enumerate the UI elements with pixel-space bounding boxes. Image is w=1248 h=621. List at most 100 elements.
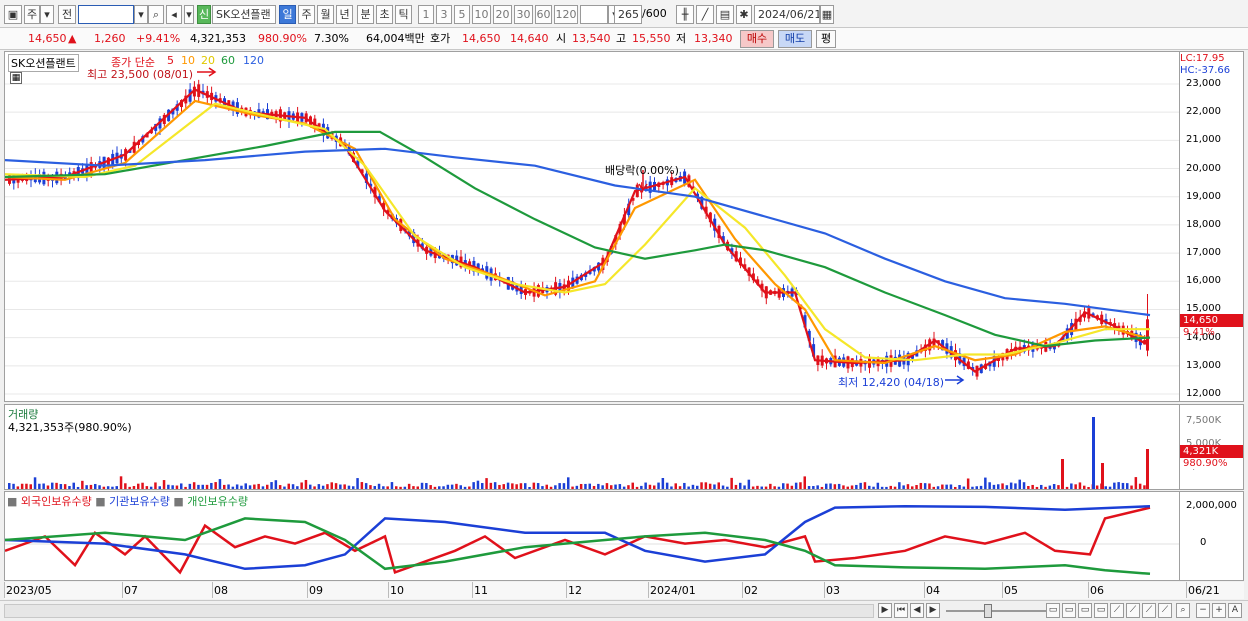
tool2-icon[interactable]: ⟋ — [1126, 603, 1140, 618]
volume-bar — [235, 484, 239, 489]
tool-icon[interactable]: ⟋ — [1110, 603, 1124, 618]
volume-bar — [1022, 482, 1026, 489]
interval-60-button[interactable]: 60 — [535, 5, 552, 24]
gear-icon[interactable]: ✱ — [736, 5, 752, 24]
date-input[interactable]: 2024/06/21 — [754, 5, 820, 24]
play-icon[interactable]: ▶ — [878, 603, 892, 618]
zoom-out-icon[interactable]: − — [1196, 603, 1210, 618]
period-day-button[interactable]: 일 — [279, 5, 296, 24]
volume-bar — [1087, 486, 1090, 489]
speaker-icon[interactable]: ◂ — [166, 5, 182, 24]
layout4-icon[interactable]: ▭ — [1094, 603, 1108, 618]
period-tick-button[interactable]: 틱 — [395, 5, 412, 24]
date-axis[interactable]: 2023/05 07 08 09 10 11 12 2024/01 02 03 04 05 06 06/2… — [4, 582, 1244, 599]
prev-icon[interactable]: ◀ — [910, 603, 924, 618]
holdings-panel[interactable]: ■ 외국인보유수량 ■ 기관보유수량 ■ 개인보유수량 — [4, 491, 1180, 581]
volume-panel[interactable]: 거래량 4,321,353주(980.90%) — [4, 404, 1180, 490]
next-icon[interactable]: ▶ — [926, 603, 940, 618]
chevron-down-icon[interactable]: ▾ — [134, 5, 148, 24]
period-month-button[interactable]: 월 — [317, 5, 334, 24]
tool3-icon[interactable]: ⟋ — [1142, 603, 1156, 618]
auto-scale-icon[interactable]: A — [1228, 603, 1242, 618]
zoom-slider-handle[interactable] — [984, 604, 992, 618]
volume-bar — [399, 486, 402, 489]
interval-20-button[interactable]: 20 — [493, 5, 512, 24]
volume-bar — [81, 480, 84, 489]
volume-bar — [868, 485, 871, 489]
volume-bar — [713, 484, 716, 489]
volume-axis[interactable]: 7,500K 5,000K 2,500K 4,321K 980.90% — [1180, 404, 1244, 490]
volume-bar — [1092, 417, 1095, 489]
interval-3-button[interactable]: 3 — [436, 5, 452, 24]
volume-bar — [532, 482, 536, 489]
volume-bar — [386, 486, 389, 489]
interval-5-button[interactable]: 5 — [454, 5, 470, 24]
search-icon[interactable]: ⌕ — [1176, 603, 1190, 618]
volume-bar — [562, 483, 566, 489]
buy-button[interactable]: 매수 — [740, 30, 774, 48]
interval-custom-input[interactable] — [580, 5, 608, 24]
current-volume-tag: 4,321K — [1180, 445, 1243, 458]
volume-bar — [1052, 484, 1056, 489]
volume-bar — [545, 484, 548, 489]
volume-bar — [898, 482, 901, 489]
interval-1-button[interactable]: 1 — [418, 5, 434, 24]
chevron-down-icon[interactable]: ▾ — [184, 5, 194, 24]
price-chart-panel[interactable]: SK오션플랜트 종가 단순 5 10 20 60 120 ▦ 최고 23,500… — [4, 51, 1180, 402]
tool4-icon[interactable]: ⟋ — [1158, 603, 1172, 618]
volume-bar — [412, 486, 415, 489]
window-menu-icon[interactable]: ▣ — [4, 5, 22, 24]
zoom-slider[interactable] — [946, 610, 1046, 612]
volume-bar — [1031, 484, 1034, 489]
price-panel-title[interactable]: SK오션플랜트 — [8, 54, 79, 72]
period-week-button[interactable]: 주 — [298, 5, 315, 24]
chevron-down-icon[interactable]: ▾ — [40, 5, 54, 24]
volume-bar — [876, 482, 880, 489]
save-icon[interactable]: ▤ — [716, 5, 734, 24]
volume-bar — [515, 484, 518, 489]
date-tick — [388, 582, 389, 598]
calendar-icon[interactable]: ▦ — [820, 5, 834, 24]
data-count-input[interactable]: 265 — [614, 5, 642, 24]
volume-bar — [803, 476, 806, 489]
period-year-button[interactable]: 년 — [336, 5, 353, 24]
volume-bar — [511, 483, 514, 489]
volume-bar — [1101, 463, 1104, 489]
ma-line-5 — [5, 88, 1146, 373]
prev-button[interactable]: 전 — [58, 5, 76, 24]
period-second-button[interactable]: 초 — [376, 5, 393, 24]
search-icon[interactable]: ⌕ — [148, 5, 164, 24]
table-icon[interactable]: ▦ — [10, 72, 22, 84]
interval-30-button[interactable]: 30 — [514, 5, 533, 24]
volume-chart — [8, 417, 1149, 489]
eval-button[interactable]: 평 — [816, 30, 836, 48]
holdings-axis[interactable]: 2,000,000 0 — [1180, 491, 1244, 581]
interval-120-button[interactable]: 120 — [554, 5, 578, 24]
stock-code-input[interactable]: 100090 — [78, 5, 134, 24]
high-note: 최고 23,500 (08/01) — [87, 68, 194, 81]
layout-icon[interactable]: ▭ — [1046, 603, 1060, 618]
zoom-in-icon[interactable]: + — [1212, 603, 1226, 618]
candle-type-icon[interactable]: ╫ — [676, 5, 694, 24]
volume-bar — [1005, 485, 1009, 489]
volume-bar — [433, 486, 437, 489]
sell-button[interactable]: 매도 — [778, 30, 812, 48]
volume-bar — [954, 486, 957, 489]
draw-line-icon[interactable]: ╱ — [696, 5, 714, 24]
layout2-icon[interactable]: ▭ — [1062, 603, 1076, 618]
horizontal-scrollbar[interactable] — [4, 604, 874, 618]
period-unit-select[interactable]: 주 — [24, 5, 40, 24]
period-minute-button[interactable]: 분 — [357, 5, 374, 24]
price-tick: 18,000 — [1186, 218, 1221, 230]
volume-bar — [558, 483, 561, 489]
layout3-icon[interactable]: ▭ — [1078, 603, 1092, 618]
stock-name-field[interactable]: SK오션플랜 — [212, 5, 276, 24]
low-arrow-icon — [945, 375, 965, 385]
first-icon[interactable]: ⏮ — [894, 603, 908, 618]
volume-bar — [756, 485, 759, 489]
price-axis[interactable]: LC:17.95 HC:-37.66 23,000 22,000 21,000 20,… — [1180, 51, 1244, 402]
low-price: 13,340 — [694, 32, 733, 45]
volume-bar — [162, 480, 166, 489]
interval-10-button[interactable]: 10 — [472, 5, 491, 24]
volume-bar — [1057, 485, 1060, 489]
